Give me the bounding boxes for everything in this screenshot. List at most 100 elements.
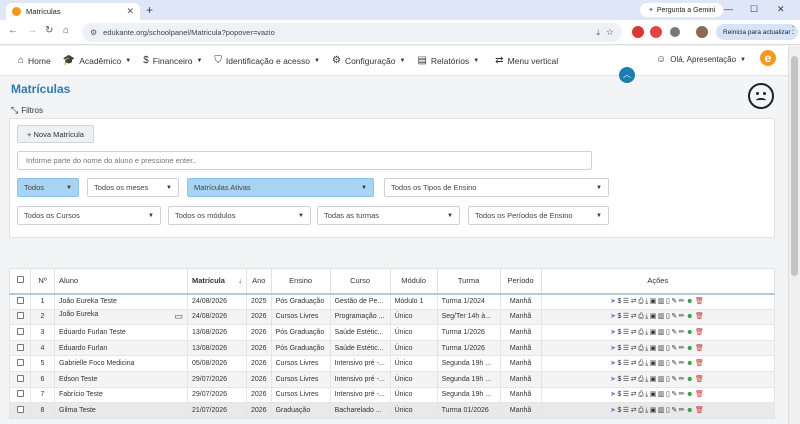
trash-icon[interactable]: 🗑 [695, 329, 705, 336]
browser-tab[interactable]: Matrículas ✕ [6, 3, 140, 20]
send-icon[interactable]: ➤ [610, 313, 617, 320]
nav-item-configuracao[interactable]: ⚙ Configuração ▼ [332, 55, 405, 66]
contract-icon[interactable]: ✎ [671, 407, 678, 414]
period-select[interactable]: Todos os Períodos de Ensino ▼ [468, 206, 609, 225]
transfer-icon[interactable]: ⇄ [631, 329, 638, 336]
browser-menu-icon[interactable]: ⋮ [788, 25, 798, 36]
barcode-icon[interactable]: ▥ [658, 329, 666, 336]
update-button[interactable]: Reinicia para actualizar [716, 24, 798, 40]
send-icon[interactable]: ➤ [610, 407, 617, 414]
contract-icon[interactable]: ✎ [671, 360, 678, 367]
row-checkbox-cell[interactable] [9, 386, 31, 404]
forward-arrow-icon[interactable]: → [27, 25, 37, 36]
checklist-icon[interactable]: ☰ [623, 313, 631, 320]
barcode-icon[interactable]: ▥ [658, 313, 666, 320]
row-checkbox[interactable] [16, 297, 24, 305]
row-checkbox[interactable] [16, 327, 24, 335]
checklist-icon[interactable]: ☰ [623, 298, 631, 305]
table-row[interactable]: 3 Eduardo Furlan Teste 13/08/2026 2026 Pós G… [9, 324, 776, 341]
tab-close-icon[interactable]: ✕ [126, 6, 134, 17]
send-icon[interactable]: ➤ [610, 376, 617, 383]
collapse-menu-button[interactable]: ︿ [619, 67, 635, 83]
trash-icon[interactable]: 🗑 [695, 313, 705, 320]
id-card-icon[interactable]: ▣ [650, 345, 658, 352]
table-row[interactable]: 6 Edson Teste 29/07/2026 2026 Cursos Livres I… [9, 370, 776, 388]
page-scrollbar[interactable] [788, 46, 800, 424]
nav-item-financeiro[interactable]: $ Financeiro ▼ [143, 55, 202, 66]
trash-icon[interactable]: 🗑 [695, 360, 705, 367]
send-icon[interactable]: ➤ [610, 345, 617, 352]
checklist-icon[interactable]: ☰ [623, 407, 631, 414]
calendar-icon[interactable]: ▭ [174, 311, 183, 322]
new-enrollment-button[interactable]: + Nova Matrícula [17, 125, 94, 143]
row-checkbox[interactable] [16, 359, 24, 367]
bookmark-star-icon[interactable]: ☆ [606, 27, 614, 38]
transfer-icon[interactable]: ⇄ [631, 298, 638, 305]
id-card-icon[interactable]: ▣ [650, 407, 658, 414]
nav-item-home[interactable]: ⌂ Home [18, 55, 51, 66]
transfer-icon[interactable]: ⇄ [631, 360, 638, 367]
checklist-icon[interactable]: ☰ [623, 376, 631, 383]
col-header-turma[interactable]: Turma [436, 268, 501, 295]
row-checkbox-cell[interactable] [9, 324, 31, 341]
contract-icon[interactable]: ✎ [671, 345, 678, 352]
filters-toggle[interactable]: ⤡ Filtros [11, 105, 43, 116]
id-card-icon[interactable]: ▣ [650, 298, 658, 305]
table-row[interactable]: 1 João Eureka Teste 24/08/2026 2025 Pós Grad… [9, 293, 776, 310]
col-header-ensino[interactable]: Ensino [270, 268, 331, 295]
select-all-checkbox[interactable] [16, 276, 24, 284]
row-checkbox-cell[interactable] [9, 293, 31, 310]
barcode-icon[interactable]: ▥ [658, 391, 666, 398]
address-bar[interactable]: ⚙ edukante.org/schoolpanel/Matricula?pop… [82, 23, 622, 42]
checklist-icon[interactable]: ☰ [623, 360, 631, 367]
maximize-icon[interactable]: ☐ [750, 4, 758, 15]
user-add-icon[interactable]: ☻ [686, 345, 695, 352]
checklist-icon[interactable]: ☰ [623, 391, 631, 398]
col-header-curso[interactable]: Curso [329, 268, 391, 295]
id-card-icon[interactable]: ▣ [650, 360, 658, 367]
barcode-icon[interactable]: ▥ [658, 376, 666, 383]
nav-item-menu-vertical[interactable]: ⇄ Menu vertical [495, 55, 558, 66]
contract-icon[interactable]: ✎ [671, 329, 678, 336]
contract-icon[interactable]: ✎ [671, 391, 678, 398]
user-add-icon[interactable]: ☻ [686, 407, 695, 414]
send-icon[interactable]: ➤ [610, 329, 617, 336]
transfer-icon[interactable]: ⇄ [631, 345, 638, 352]
class-select[interactable]: Todas as turmas ▼ [317, 206, 460, 225]
site-info-icon[interactable]: ⚙ [90, 28, 97, 37]
transfer-icon[interactable]: ⇄ [631, 407, 638, 414]
barcode-icon[interactable]: ▥ [658, 360, 666, 367]
row-checkbox-cell[interactable] [9, 339, 31, 357]
checklist-icon[interactable]: ☰ [623, 345, 631, 352]
trash-icon[interactable]: 🗑 [695, 376, 705, 383]
id-card-icon[interactable]: ▣ [650, 329, 658, 336]
gemini-button[interactable]: ✦ Pergunta a Gemini [640, 3, 724, 17]
table-row[interactable]: 2 João Eureka ▭ 24/08/2026 2026 Cursos Livres… [9, 308, 776, 326]
row-checkbox-cell[interactable] [9, 370, 31, 388]
send-icon[interactable]: ➤ [610, 360, 617, 367]
table-row[interactable]: 7 Fabrício Teste 29/07/2026 2026 Cursos Livr… [9, 386, 776, 404]
extension-adblock-icon[interactable] [632, 26, 644, 38]
user-add-icon[interactable]: ☻ [686, 376, 695, 383]
trash-icon[interactable]: 🗑 [695, 391, 705, 398]
course-select[interactable]: Todos os Cursos ▼ [17, 206, 161, 225]
module-select[interactable]: Todos os módulos ▼ [168, 206, 311, 225]
sort-down-arrow-icon[interactable]: ↓ [238, 276, 242, 285]
nav-item-relatorios[interactable]: ▤ Relatórios ▼ [417, 55, 479, 66]
trash-icon[interactable]: 🗑 [695, 345, 705, 352]
nav-item-academico[interactable]: 🎓 Acadêmico ▼ [63, 55, 131, 66]
user-add-icon[interactable]: ☻ [686, 298, 695, 305]
id-card-icon[interactable]: ▣ [650, 313, 658, 320]
col-header-numero[interactable]: Nº [30, 268, 55, 295]
sad-face-icon[interactable] [748, 83, 774, 109]
profile-avatar-icon[interactable] [696, 26, 708, 38]
table-row[interactable]: 8 Gilma Teste 21/07/2026 2026 Graduação Bacha… [9, 402, 776, 419]
user-add-icon[interactable]: ☻ [686, 391, 695, 398]
contract-icon[interactable]: ✎ [671, 298, 678, 305]
new-tab-button[interactable]: + [146, 3, 153, 17]
row-checkbox-cell[interactable] [9, 308, 31, 326]
reload-icon[interactable]: ↻ [45, 25, 53, 36]
barcode-icon[interactable]: ▥ [658, 407, 666, 414]
teaching-type-select[interactable]: Todos os Tipos de Ensino ▼ [384, 178, 609, 197]
enrollment-status-select[interactable]: Matrículas Ativas ▼ [187, 178, 374, 197]
